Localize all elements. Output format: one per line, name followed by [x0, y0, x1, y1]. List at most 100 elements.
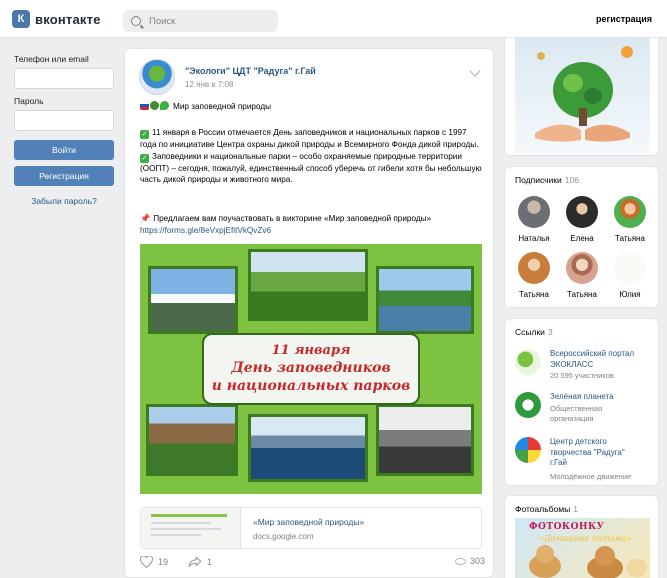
subscriber-name: Елена	[570, 234, 594, 243]
view-count: 303	[469, 556, 485, 566]
group-name-link[interactable]: "Экологи" ЦДТ "Радуга" г.Гай	[185, 66, 316, 76]
avatar	[614, 196, 646, 228]
link-name[interactable]: Центр детского творчества "Радуга" г.Гай	[550, 437, 640, 469]
links-title[interactable]: Ссылки 3	[515, 327, 553, 337]
post-paragraph-3: Предлагаем вам поучаствовать в викторине…	[153, 214, 432, 223]
album-cover[interactable]: ФОТОКОНКУ «Домашние питомц»	[515, 518, 650, 578]
cliffs-photo	[146, 404, 238, 476]
post-date[interactable]: 12 янв в 7:08	[185, 80, 233, 89]
post-paragraph-2: Заповедники и национальные парки – особо…	[140, 151, 482, 185]
phone-label: Телефон или email	[14, 54, 89, 64]
subscriber[interactable]: Татьяна	[562, 252, 602, 299]
quiz-url-link[interactable]: https://forms.gle/8eVxpjEfitVkQvZv6	[140, 226, 271, 235]
avatar	[518, 196, 550, 228]
login-panel: Телефон или email Пароль Войти Регистрац…	[0, 38, 122, 578]
tree-icon	[150, 101, 159, 110]
subscriber-name: Наталья	[518, 234, 550, 243]
subscribers-title-text: Подписчики	[515, 175, 562, 185]
search-icon	[131, 16, 141, 26]
register-link[interactable]: регистрация	[596, 14, 652, 24]
password-label: Пароль	[14, 96, 44, 106]
links-count: 3	[547, 327, 553, 337]
checkmark-icon: ✓	[140, 153, 149, 163]
preview-title[interactable]: «Мир заповедной природы»	[253, 517, 364, 527]
hills-photo	[248, 249, 368, 321]
post-headline-text: Мир заповедной природы	[173, 102, 271, 111]
links-card: Ссылки 3 Всероссийский портал ЭКОКЛАСС 20…	[504, 318, 659, 486]
link-preview[interactable]: «Мир заповедной природы» docs.google.com	[140, 507, 482, 549]
subscribers-count: 106	[564, 175, 579, 185]
subscriber-name: Татьяна	[519, 290, 549, 299]
vk-logo[interactable]: К вконтакте	[12, 10, 101, 28]
poster-banner: 11 января День заповедников и национальн…	[202, 333, 420, 405]
group-cover-image[interactable]	[515, 38, 650, 153]
heart-icon	[140, 556, 153, 568]
group-avatar[interactable]	[139, 59, 175, 95]
vk-logo-icon: К	[12, 10, 30, 28]
subscriber[interactable]: Татьяна	[610, 196, 650, 243]
poster-title-1: День заповедников	[231, 360, 391, 376]
share-icon	[188, 556, 202, 568]
subscriber[interactable]: Юлия	[610, 252, 650, 299]
avatar	[614, 252, 646, 284]
subscriber[interactable]: Елена	[562, 196, 602, 243]
river-photo	[376, 404, 474, 476]
views-counter: 303	[454, 556, 485, 566]
albums-title[interactable]: Фотоальбомы 1	[515, 504, 578, 514]
rainbow-center-icon	[515, 437, 541, 463]
preview-thumbnail	[141, 508, 241, 548]
avatar	[566, 252, 598, 284]
post-paragraph-1: 11 января в России отмечается День запов…	[140, 128, 479, 149]
forgot-password-link[interactable]: Забыли пароль?	[14, 196, 114, 206]
share-button[interactable]: 1	[188, 556, 212, 568]
link-desc: Молодёжное движение	[550, 472, 632, 481]
flag-icon	[140, 101, 149, 110]
chevron-down-icon[interactable]	[469, 65, 481, 77]
poster-title-2: и национальных парков	[211, 378, 411, 394]
password-field[interactable]	[14, 110, 114, 131]
link-item[interactable]: Всероссийский портал ЭКОКЛАСС 20 595 уча…	[515, 349, 655, 383]
like-count: 19	[158, 557, 169, 567]
link-desc: 20 595 участников	[550, 371, 614, 380]
albums-card: Фотоальбомы 1 ФОТОКОНКУ «Домашние питомц»	[504, 495, 659, 578]
albums-title-text: Фотоальбомы	[515, 504, 571, 514]
subscriber[interactable]: Наталья	[514, 196, 554, 243]
search-input[interactable]: Поиск	[123, 10, 278, 32]
post-invite: 📌 Предлагаем вам поучаствовать в викторин…	[140, 213, 485, 236]
share-count: 1	[207, 557, 213, 567]
phone-email-field[interactable]	[14, 68, 114, 89]
green-heart-icon	[160, 101, 169, 110]
poster-date: 11 января	[271, 343, 351, 358]
links-title-text: Ссылки	[515, 327, 545, 337]
login-button[interactable]: Войти	[14, 140, 114, 160]
vk-logo-text: вконтакте	[35, 11, 101, 27]
subscribers-card: Подписчики 106 Наталья Елена Татьяна Тать…	[504, 166, 659, 308]
search-placeholder: Поиск	[149, 15, 176, 27]
link-item[interactable]: Центр детского творчества "Радуга" г.Гай…	[515, 437, 655, 483]
subscriber-name: Юлия	[619, 290, 641, 299]
subscribers-title[interactable]: Подписчики 106	[515, 175, 579, 185]
pin-icon: 📌	[140, 214, 151, 223]
register-button[interactable]: Регистрация	[14, 166, 114, 186]
post-image[interactable]: 11 января День заповедников и национальн…	[140, 244, 482, 494]
post-actions: 19 1 303	[140, 556, 485, 576]
subscriber[interactable]: Татьяна	[514, 252, 554, 299]
link-item[interactable]: Зелёная планета Общественная организация	[515, 392, 655, 430]
albums-count: 1	[573, 504, 578, 514]
post-headline: Мир заповедной природы	[140, 101, 485, 113]
green-planet-icon	[515, 392, 541, 418]
pets-illustration	[529, 545, 647, 578]
checkmark-icon: ✓	[140, 130, 149, 139]
tree-in-hands-icon	[535, 46, 633, 142]
wall-post: "Экологи" ЦДТ "Радуга" г.Гай 12 янв в 7:…	[124, 48, 494, 578]
link-name[interactable]: Всероссийский портал ЭКОКЛАСС	[550, 349, 650, 370]
like-button[interactable]: 19	[140, 556, 168, 568]
subscriber-name: Татьяна	[567, 290, 597, 299]
post-paragraph: ✓ 11 января в России отмечается День запо…	[140, 127, 485, 186]
mountains-photo	[148, 266, 238, 334]
lake-photo	[376, 266, 474, 334]
link-name[interactable]: Зелёная планета	[550, 392, 614, 403]
avatar	[518, 252, 550, 284]
group-cover-card	[504, 38, 659, 156]
baikal-photo	[248, 414, 368, 482]
